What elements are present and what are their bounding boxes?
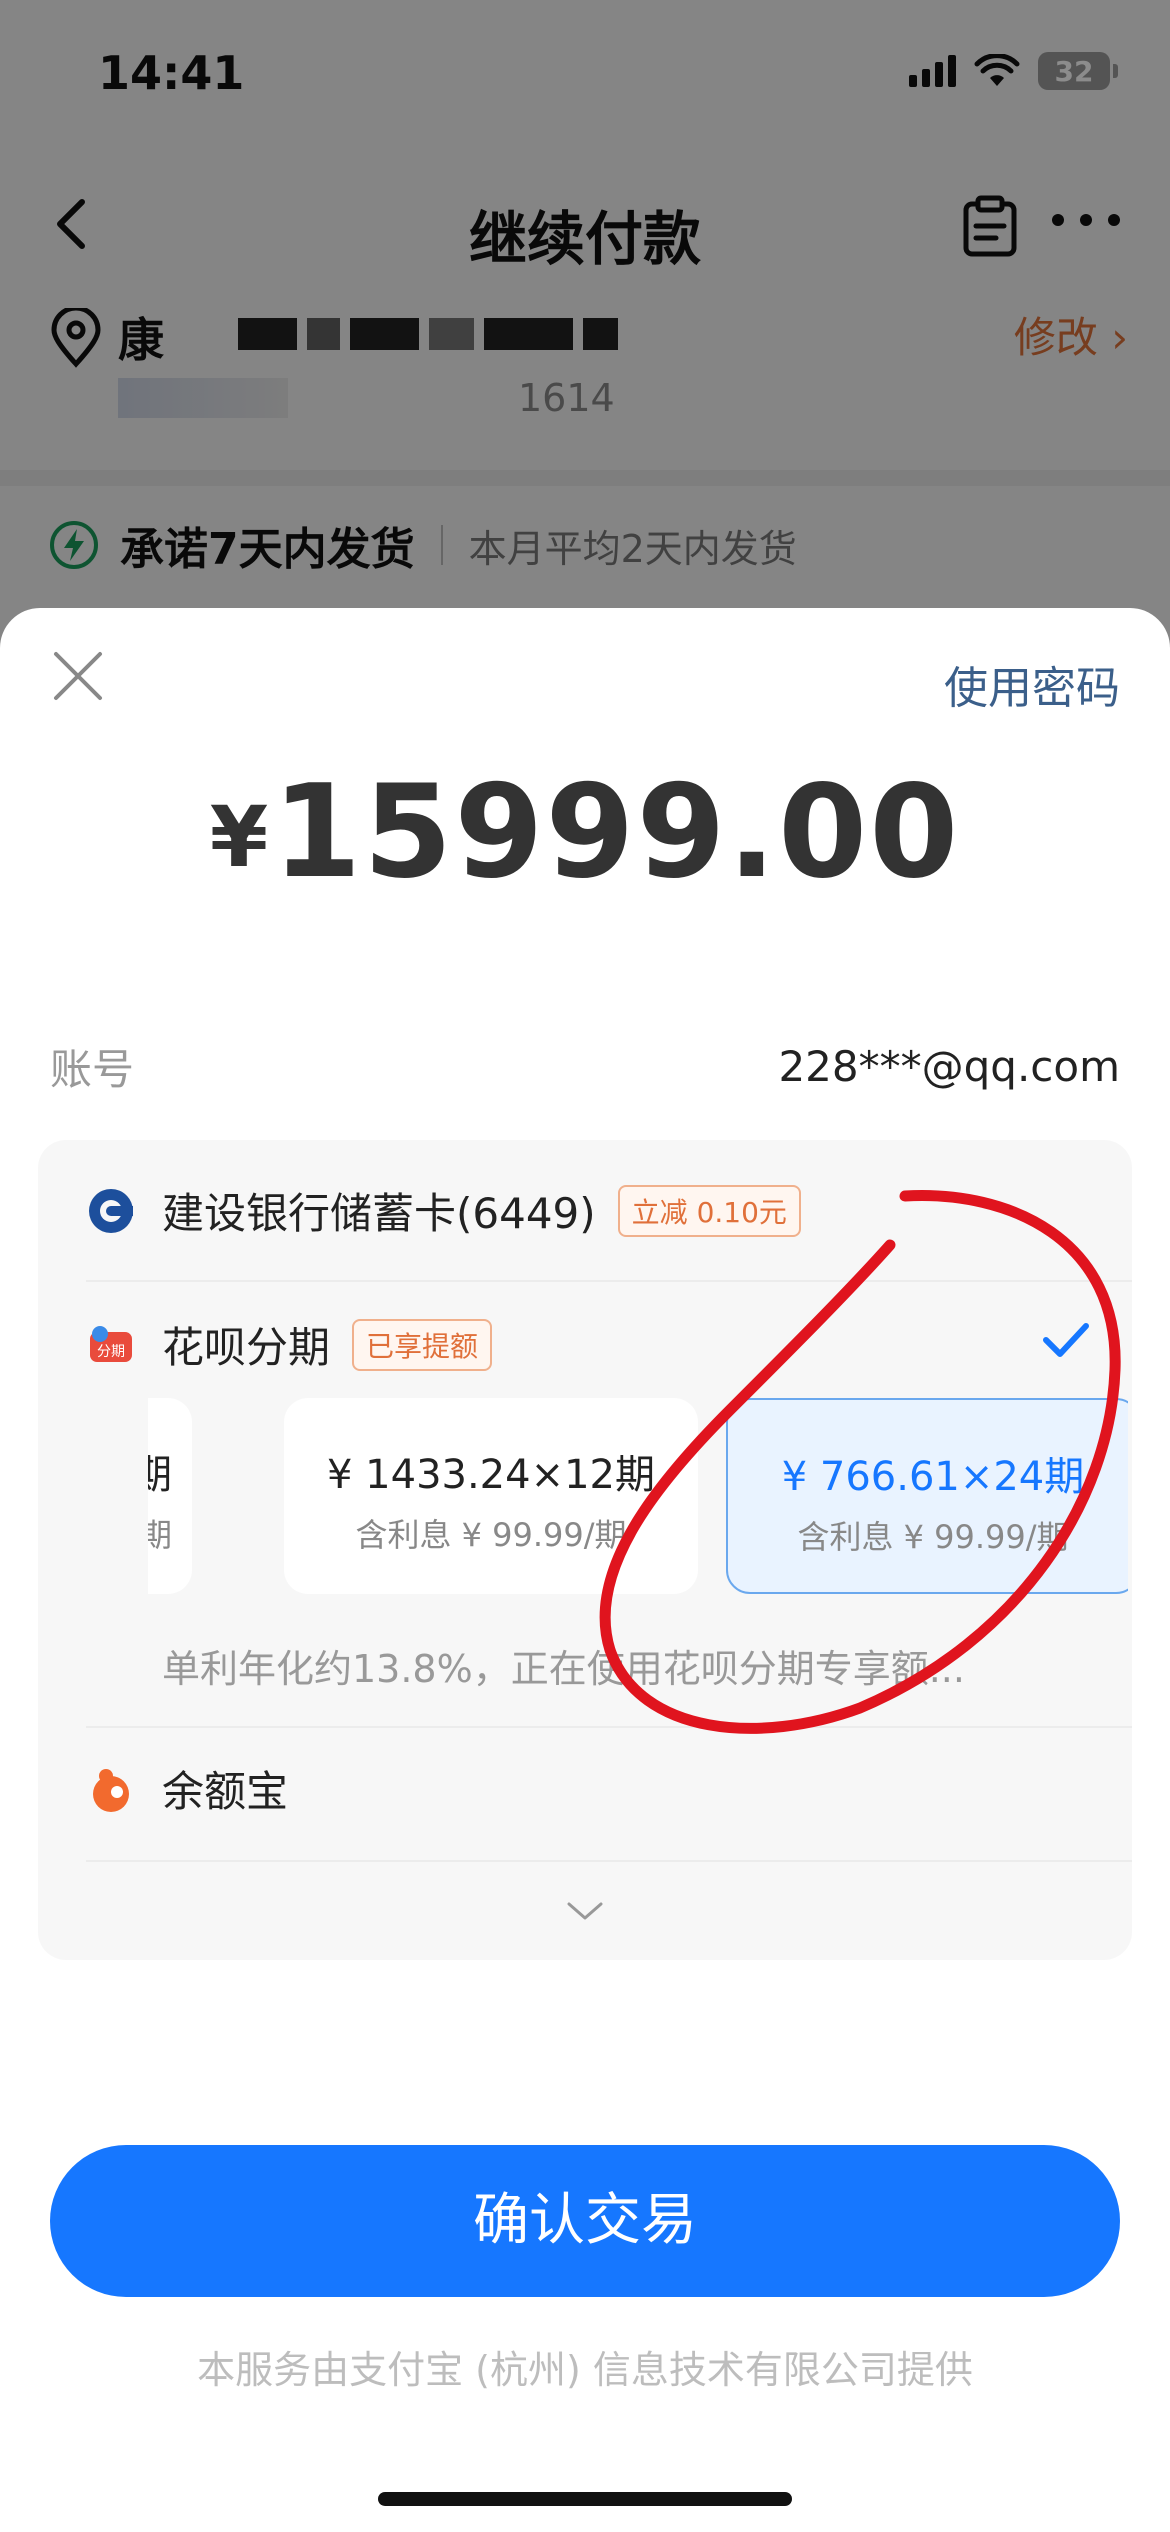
confirm-payment-button[interactable]: 确认交易 (50, 2145, 1120, 2297)
discount-badge: 立减 0.10元 (617, 1184, 801, 1237)
ccb-bank-icon (89, 1188, 133, 1233)
home-indicator[interactable] (378, 2492, 792, 2506)
credit-boost-badge: 已享提额 (352, 1318, 493, 1371)
plan-title: ¥ 766.61×24期 (781, 1454, 1085, 1500)
divider (86, 1860, 1132, 1862)
method-label: 余额宝 (162, 1767, 289, 1816)
divider (86, 1280, 1132, 1282)
plan-interest: 含利息 ¥ 99.99/期 (797, 1518, 1069, 1556)
huabei-icon: 分期 (90, 1325, 132, 1362)
installment-plan-card[interactable]: 期 期 (148, 1398, 192, 1594)
divider (86, 1726, 1132, 1728)
selected-check-icon (1043, 1323, 1089, 1357)
payment-amount: ¥15999.00 (0, 758, 1170, 907)
plan-interest: 含利息 ¥ 99.99/期 (355, 1516, 627, 1554)
amount-value: 15999.00 (272, 758, 961, 907)
plan-title: 期 (148, 1452, 172, 1498)
method-yuebao[interactable]: 余额宝 (86, 1758, 1092, 1819)
close-icon[interactable] (50, 648, 106, 704)
installment-plan-carousel[interactable]: 期 期 ¥ 1433.24×12期 含利息 ¥ 99.99/期 ¥ 766.61… (148, 1398, 1128, 1598)
payment-methods: 建设银行储蓄卡(6449) 立减 0.10元 分期 花呗分期 已享提额 期 期 … (38, 1140, 1132, 1960)
service-provider-note: 本服务由支付宝 (杭州) 信息技术有限公司提供 (197, 2348, 973, 2392)
method-label: 建设银行储蓄卡(6449) (162, 1189, 596, 1238)
interest-rate-note: 单利年化约13.8%，正在使用花呗分期专享额... (162, 1647, 965, 1691)
payment-sheet: 使用密码 ¥15999.00 账号 228***@qq.com 建设银行储蓄卡(… (0, 608, 1170, 2532)
modal-overlay[interactable] (0, 0, 1170, 700)
account-label: 账号 (50, 1044, 135, 1094)
currency-symbol: ¥ (209, 788, 269, 886)
use-password-link[interactable]: 使用密码 (944, 652, 1120, 716)
account-value: 228***@qq.com (778, 1041, 1120, 1091)
installment-plan-12[interactable]: ¥ 1433.24×12期 含利息 ¥ 99.99/期 (284, 1398, 698, 1594)
account-row: 账号 228***@qq.com (50, 1036, 1120, 1096)
plan-title: ¥ 1433.24×12期 (327, 1452, 655, 1498)
method-label: 花呗分期 (162, 1323, 331, 1372)
yuebao-icon (93, 1768, 129, 1812)
plan-interest: 期 (148, 1516, 172, 1554)
chevron-down-icon[interactable] (565, 1896, 605, 1926)
installment-plan-24[interactable]: ¥ 766.61×24期 含利息 ¥ 99.99/期 (726, 1398, 1128, 1594)
method-huabei-installment[interactable]: 分期 花呗分期 已享提额 (86, 1314, 1092, 1375)
method-bank-card[interactable]: 建设银行储蓄卡(6449) 立减 0.10元 (86, 1180, 1092, 1241)
svg-text:分期: 分期 (97, 1344, 125, 1360)
